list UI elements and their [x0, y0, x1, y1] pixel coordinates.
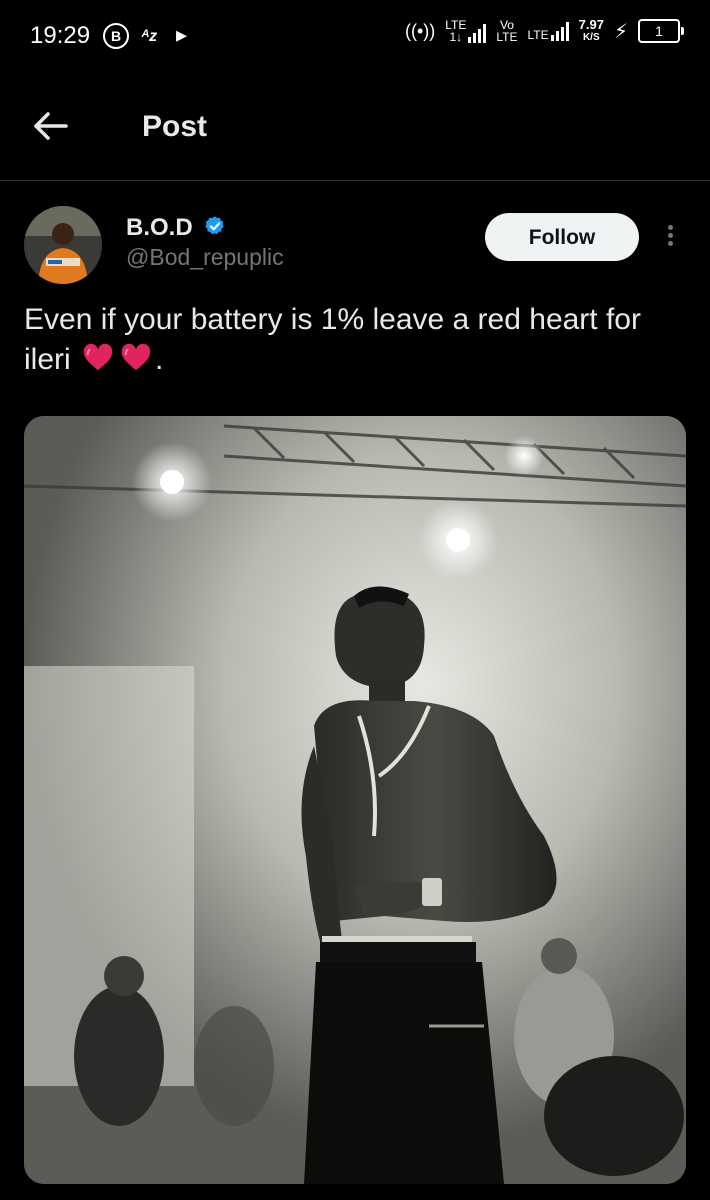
post-header: Post	[0, 72, 710, 181]
wifi-hotspot-icon: ((•))	[404, 20, 436, 41]
network-speed: 7.97 K/S	[578, 17, 604, 43]
status-time: 19:29	[30, 22, 91, 49]
more-options-icon	[660, 225, 680, 246]
status-bar: 19:29 B ᴬz ▸ ((•)) LTE 1↓ Vo LTE LTE 7.9…	[0, 0, 710, 72]
post-text-body: Even if your battery is 1% leave a red h…	[24, 303, 641, 376]
author-name[interactable]: B.O.D	[126, 214, 193, 242]
volte-indicator: Vo LTE	[496, 18, 518, 44]
signal-bars-icon	[468, 23, 487, 43]
b-notification-icon: B	[103, 23, 129, 49]
lte-signal-2: LTE	[528, 21, 569, 41]
az-notification-icon: ᴬz	[141, 28, 158, 45]
verified-badge-icon	[205, 216, 224, 235]
avatar[interactable]	[24, 206, 102, 284]
post-text-end: .	[155, 343, 164, 376]
post-image[interactable]	[24, 416, 686, 1184]
heart-icon	[121, 343, 151, 371]
author-handle[interactable]: @Bod_repuplic	[126, 244, 284, 271]
charging-icon: ⚡	[613, 20, 628, 43]
battery-icon: 1	[638, 19, 684, 43]
more-options-button[interactable]	[660, 222, 680, 252]
heart-icon	[83, 343, 113, 371]
back-arrow-icon	[34, 112, 68, 140]
play-notification-icon: ▸	[176, 22, 188, 47]
back-button[interactable]	[30, 106, 80, 146]
concert-photo	[24, 416, 686, 1184]
page-title: Post	[142, 110, 208, 143]
status-right-group: ((•)) LTE 1↓ Vo LTE LTE 7.97 K/S ⚡ 1	[404, 17, 684, 44]
post-text: Even if your battery is 1% leave a red h…	[24, 300, 674, 380]
follow-button[interactable]: Follow	[485, 213, 639, 261]
signal-bars-icon	[550, 21, 569, 41]
lte-signal-1: LTE 1↓	[445, 19, 487, 43]
avatar-image	[24, 206, 102, 284]
